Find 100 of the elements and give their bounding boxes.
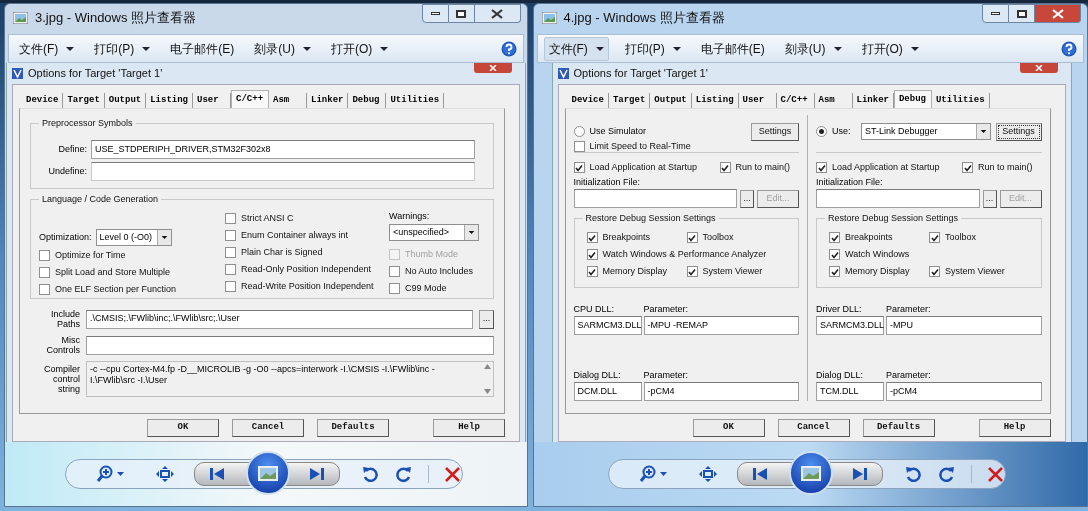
checkbox[interactable] [586,266,598,277]
dropdown[interactable]: ST-Link Debugger [861,123,991,140]
radio-button[interactable] [816,126,827,137]
checkbox[interactable] [225,213,236,224]
checkbox[interactable] [929,232,940,243]
rotate-left-button[interactable] [904,466,921,482]
checkbox[interactable] [39,267,50,278]
rotate-right-button[interactable] [396,466,412,482]
dropdown[interactable]: Level 0 (-O0) [95,229,172,246]
menu-item[interactable]: 打开(O) [327,36,393,61]
dialog-button[interactable]: ... [479,309,494,329]
fit-button[interactable] [698,466,717,482]
scrollbar[interactable] [481,362,493,396]
menu-item[interactable]: 刻录(U) [780,36,846,61]
text-field[interactable]: USE_STDPERIPH_DRIVER,STM32F302x8 [91,140,475,159]
help-icon[interactable] [1061,40,1077,57]
checkbox[interactable] [929,266,940,277]
menu-item[interactable]: 文件(F) [543,36,609,61]
checkbox[interactable] [225,230,236,241]
maximize-button[interactable] [1009,4,1035,23]
text-field[interactable] [86,335,494,355]
fit-button[interactable] [156,466,174,482]
checkbox[interactable] [719,162,731,173]
checkbox[interactable] [829,266,840,277]
text-area[interactable]: -c --cpu Cortex-M4.fp -D__MICROLIB -g -O0 --apcs=interwork -I.\CMSIS -I.\FWlib\inc -I.\FWlib\src -I.\User [86,361,494,397]
checkbox[interactable] [686,232,698,243]
radio-button[interactable] [573,126,585,137]
minimize-button[interactable] [982,4,1009,23]
checkbox[interactable] [573,141,585,153]
zoom-button[interactable] [638,465,667,483]
close-button[interactable] [1035,4,1081,23]
next-button[interactable] [852,468,867,480]
dialog-button[interactable]: Cancel [232,418,304,437]
checkbox[interactable] [586,249,598,260]
menu-item[interactable]: 文件(F) [15,36,79,61]
close-button[interactable] [1019,63,1058,73]
slideshow-button[interactable] [246,451,290,495]
dialog-button[interactable]: ... [982,189,997,208]
dialog-button[interactable]: Settings [751,122,799,141]
caret-icon [975,124,990,139]
checkbox[interactable] [829,232,840,243]
menu-item[interactable]: 电子邮件(E) [696,36,769,61]
tab[interactable]: C/C++ [231,90,270,108]
checkbox[interactable] [389,266,400,277]
rotate-right-button[interactable] [938,466,955,482]
maximize-button[interactable] [448,4,475,23]
dialog-button[interactable]: Settings [995,122,1042,141]
text-field[interactable]: -MPU -REMAP [643,316,799,335]
delete-button[interactable] [445,466,460,482]
text-field[interactable] [816,189,980,208]
dropdown[interactable]: <unspecified> [389,224,479,241]
dialog-button[interactable]: Defaults [862,418,935,437]
previous-button[interactable] [752,468,767,480]
text-field[interactable]: DCM.DLL [573,382,642,401]
checkbox[interactable] [686,266,698,277]
checkbox[interactable] [586,232,598,243]
checkbox[interactable] [829,249,840,260]
zoom-button[interactable] [96,465,124,483]
dialog-button[interactable]: Help [978,418,1051,437]
dialog-button[interactable]: Help [433,418,505,437]
checkbox[interactable] [573,162,585,173]
checkbox[interactable] [39,284,50,295]
dialog-button[interactable]: ... [740,189,754,208]
checkbox[interactable] [225,281,236,292]
dialog-button[interactable]: Defaults [317,418,389,437]
menu-item[interactable]: 电子邮件(E) [166,36,239,61]
slideshow-button[interactable] [788,451,833,495]
text-field[interactable]: TCM.DLL [816,382,884,401]
text-field[interactable]: SARMCM3.DLL [816,316,884,335]
text-field[interactable]: -pCM4 [886,382,1042,401]
minimize-button[interactable] [421,4,449,23]
text-field[interactable]: -pCM4 [643,382,799,401]
close-button[interactable] [474,63,512,73]
scroll-down-icon[interactable] [483,389,491,394]
next-button[interactable] [310,468,324,480]
menu-item[interactable]: 打印(P) [90,36,155,61]
dialog-button[interactable]: OK [692,418,765,437]
tab[interactable]: Debug [893,90,932,108]
checkbox[interactable] [962,162,973,173]
menu-item[interactable]: 打印(P) [620,36,685,61]
help-icon[interactable] [500,40,517,57]
field-label: Initialization File: [816,176,884,189]
text-field[interactable] [573,189,737,208]
checkbox[interactable] [225,264,236,275]
dialog-button[interactable]: OK [147,418,219,437]
menu-item[interactable]: 刻录(U) [250,36,315,61]
dialog-button[interactable]: Cancel [777,418,850,437]
checkbox[interactable] [225,247,236,258]
text-field[interactable]: -MPU [886,316,1042,335]
close-button[interactable] [474,4,521,23]
rotate-left-button[interactable] [362,466,378,482]
text-field[interactable]: SARMCM3.DLL [573,316,642,335]
previous-button[interactable] [210,468,224,480]
text-field[interactable]: .\CMSIS;.\FWlib\inc;.\FWlib\src;.\User [86,309,473,329]
menu-item[interactable]: 打开(O) [857,36,923,61]
scroll-up-icon[interactable] [483,364,491,369]
checkbox[interactable] [389,283,400,294]
checkbox[interactable] [39,250,50,261]
delete-button[interactable] [987,466,1003,482]
checkbox[interactable] [816,162,827,173]
